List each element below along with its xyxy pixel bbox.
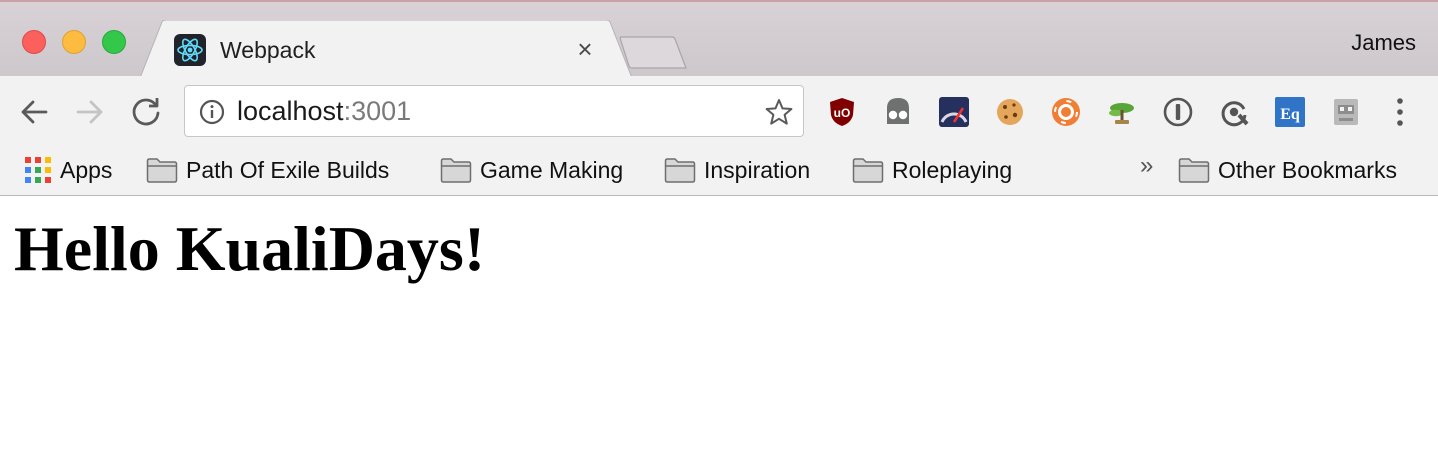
bookmark-folder-label: Roleplaying	[892, 156, 1013, 183]
bookmark-folder-path-of-exile[interactable]: Path Of Exile Builds	[146, 153, 389, 187]
bonsai-tree-icon[interactable]	[1106, 96, 1138, 128]
bookmark-folder-game-making[interactable]: Game Making	[440, 153, 623, 187]
bookmark-folder-label: Path Of Exile Builds	[186, 156, 390, 183]
folder-icon	[1178, 158, 1210, 183]
bookmark-folder-label: Other Bookmarks	[1218, 156, 1397, 183]
tab-shape	[140, 20, 632, 78]
url-port: :3001	[343, 96, 412, 126]
browser-toolbar: localhost:3001 uO Eq	[0, 76, 1438, 148]
bookmarks-bar: Apps Path Of Exile Builds Game Making In…	[0, 148, 1438, 196]
bookmark-folder-label: Inspiration	[704, 156, 811, 183]
page-viewport: Hello KualiDays!	[0, 196, 1438, 458]
window-minimize-button[interactable]	[62, 30, 86, 54]
ghostery-icon[interactable]	[882, 96, 914, 128]
orange-lifebuoy-icon[interactable]	[1050, 96, 1082, 128]
bookmark-folder-label: Game Making	[480, 156, 624, 183]
reload-icon[interactable]	[128, 94, 164, 130]
tab-close-icon[interactable]: ×	[572, 36, 598, 62]
refresh-sync-icon[interactable]	[1218, 96, 1250, 128]
folder-icon	[852, 158, 884, 183]
folder-icon	[440, 158, 472, 183]
onepassword-icon[interactable]	[1162, 96, 1194, 128]
folder-icon	[664, 158, 696, 183]
address-bar[interactable]: localhost:3001	[184, 85, 804, 137]
bookmark-folder-inspiration[interactable]: Inspiration	[664, 153, 810, 187]
bookmark-apps-label: Apps	[60, 156, 113, 183]
window-close-button[interactable]	[22, 30, 46, 54]
back-arrow-icon[interactable]	[16, 94, 52, 130]
info-icon[interactable]	[199, 99, 225, 125]
pixel-avatar-icon[interactable]	[1330, 96, 1362, 128]
ublock-origin-icon[interactable]: uO	[826, 96, 858, 128]
bookmark-apps[interactable]: Apps	[24, 153, 112, 187]
bookmark-folder-roleplaying[interactable]: Roleplaying	[852, 153, 1012, 187]
cookie-icon[interactable]	[994, 96, 1026, 128]
bookmarks-overflow-chevron[interactable]: »	[1140, 152, 1153, 180]
react-logo-icon	[174, 34, 206, 66]
window-maximize-button[interactable]	[102, 30, 126, 54]
profile-name[interactable]: James	[1351, 30, 1416, 56]
bookmark-star-icon[interactable]	[765, 98, 793, 126]
apps-grid-icon	[25, 157, 51, 183]
window-titlebar: Webpack × James	[0, 0, 1438, 78]
svg-text:uO: uO	[834, 106, 851, 120]
page-heading: Hello KualiDays!	[14, 213, 486, 284]
folder-icon	[146, 158, 178, 183]
eq-icon[interactable]: Eq	[1274, 96, 1306, 128]
bookmark-folder-other-bookmarks[interactable]: Other Bookmarks	[1178, 153, 1397, 187]
forward-arrow-icon[interactable]	[72, 94, 108, 130]
svg-text:Eq: Eq	[1280, 106, 1300, 123]
url-host: localhost	[237, 96, 344, 126]
speed-gauge-icon[interactable]	[938, 96, 970, 128]
tab-title: Webpack	[220, 37, 316, 63]
new-tab-button[interactable]	[618, 36, 688, 70]
more-menu-icon[interactable]	[1392, 96, 1408, 128]
url-text[interactable]: localhost:3001	[237, 96, 411, 127]
tab-webpack[interactable]: Webpack ×	[140, 20, 632, 78]
